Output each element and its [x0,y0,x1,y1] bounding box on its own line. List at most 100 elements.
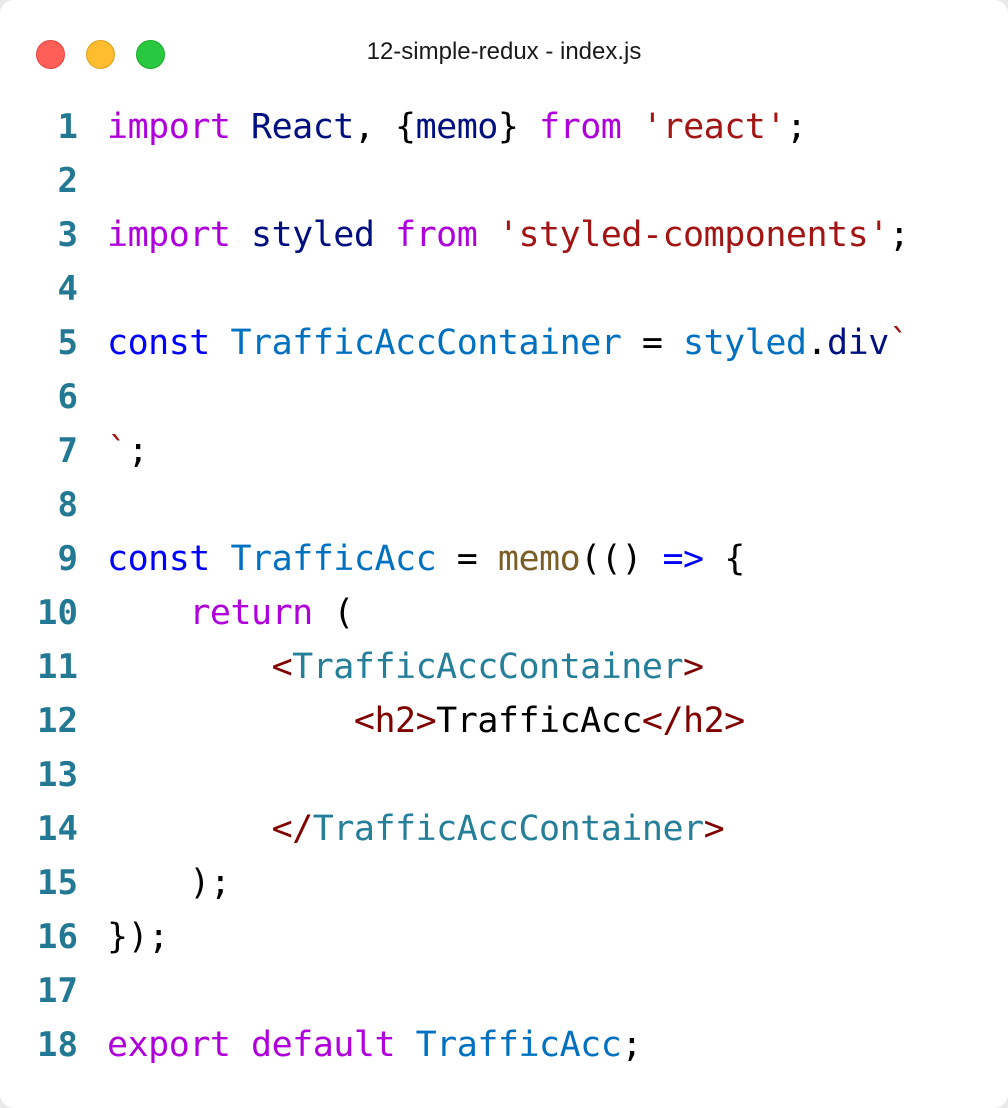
code-line[interactable]: 15 ); [0,856,1008,910]
code-token: <h2> [353,701,437,741]
window-title: 12-simple-redux - index.js [366,38,642,65]
code-token: default [251,1025,396,1065]
code-line[interactable]: 17 [0,964,1008,1018]
code-line[interactable]: 14 </TrafficAccContainer> [0,802,1008,856]
code-token: </ [271,809,314,849]
code-line[interactable]: 8 [0,478,1008,532]
code-token: return [189,593,313,633]
line-number: 9 [57,539,78,579]
code-line[interactable]: 6 [0,370,1008,424]
code-token: . [806,323,828,363]
line-number: 1 [57,107,78,147]
line-number: 7 [57,431,78,471]
code-token: = [436,539,498,579]
code-token: ; [621,1025,642,1065]
code-token: => [662,539,704,579]
code-token: const [107,323,210,363]
code-token: TrafficAccContainer [312,809,704,849]
code-token: 'styled-components' [497,215,889,255]
code-token: ` [107,431,128,471]
line-number: 10 [37,593,78,633]
code-token: memo [415,107,499,147]
line-text: return ( [107,586,354,640]
code-token: from [539,107,622,147]
code-line[interactable]: 18 export default TrafficAcc; [0,1018,1008,1072]
line-number: 6 [57,377,78,417]
line-text: export default TrafficAcc; [107,1018,642,1072]
code-line[interactable]: 16}); [0,910,1008,964]
code-token: , { [353,107,416,147]
code-token: (() [580,539,663,579]
code-editor[interactable]: 1 import React, {memo} from 'react'; 2 3 imp… [0,100,1008,1072]
line-number: 12 [37,701,78,741]
code-token: ; [888,215,910,255]
code-line[interactable]: 3 import styled from 'styled-components'; [0,208,1008,262]
line-number: 2 [57,161,78,201]
line-text: }); [107,910,169,964]
line-number: 17 [37,971,78,1011]
code-token: = [621,323,684,363]
code-token: export [107,1025,231,1065]
code-line[interactable]: 12 <h2>TrafficAcc</h2> [0,694,1008,748]
code-token: TrafficAcc [415,1025,622,1065]
code-token: styled [251,215,375,255]
code-window: 12-simple-redux - index.js 1 import React… [0,0,1008,1108]
code-token: TrafficAcc [436,701,642,741]
code-token: const [107,539,210,579]
code-line[interactable]: 9 const TrafficAcc = memo(() => { [0,532,1008,586]
line-number: 18 [37,1025,78,1065]
code-token: < [271,647,293,687]
line-number: 3 [57,215,78,255]
code-line[interactable]: 11 <TrafficAccContainer> [0,640,1008,694]
code-token: from [395,215,478,255]
code-token: React [251,107,354,147]
title-bar: 12-simple-redux - index.js [0,0,1008,106]
code-line[interactable]: 1 import React, {memo} from 'react'; [0,100,1008,154]
line-number: 11 [37,647,78,687]
line-number: 4 [57,269,78,309]
line-number: 14 [37,809,78,849]
line-number: 16 [37,917,78,957]
code-token: TrafficAccContainer [230,323,622,363]
line-text: const TrafficAcc = memo(() => { [107,532,745,586]
line-number: 15 [37,863,78,903]
code-line[interactable]: 2 [0,154,1008,208]
line-number: 5 [57,323,78,363]
code-token: import [107,107,231,147]
code-token: TrafficAcc [230,539,437,579]
code-token: ); [189,863,231,903]
code-line[interactable]: 7 `; [0,424,1008,478]
line-text: const TrafficAccContainer = styled.div` [107,316,910,370]
line-text: <h2>TrafficAcc</h2> [107,694,745,748]
code-token: > [683,647,704,687]
line-text: `; [107,424,149,478]
code-line[interactable]: 13 [0,748,1008,802]
line-text: import React, {memo} from 'react'; [107,100,807,154]
code-token: { [703,539,745,579]
code-token: }); [107,917,169,957]
code-line[interactable]: 5 const TrafficAccContainer = styled.div` [0,316,1008,370]
line-text: ); [107,856,231,910]
code-token: div [827,323,889,363]
code-token: ` [888,323,910,363]
line-number: 13 [37,755,78,795]
line-text: <TrafficAccContainer> [107,640,705,694]
code-token: 'react' [641,107,787,147]
code-line[interactable]: 10 return ( [0,586,1008,640]
code-token: </h2> [641,701,745,741]
code-token: > [703,809,725,849]
code-token: styled [683,323,807,363]
code-line[interactable]: 4 [0,262,1008,316]
